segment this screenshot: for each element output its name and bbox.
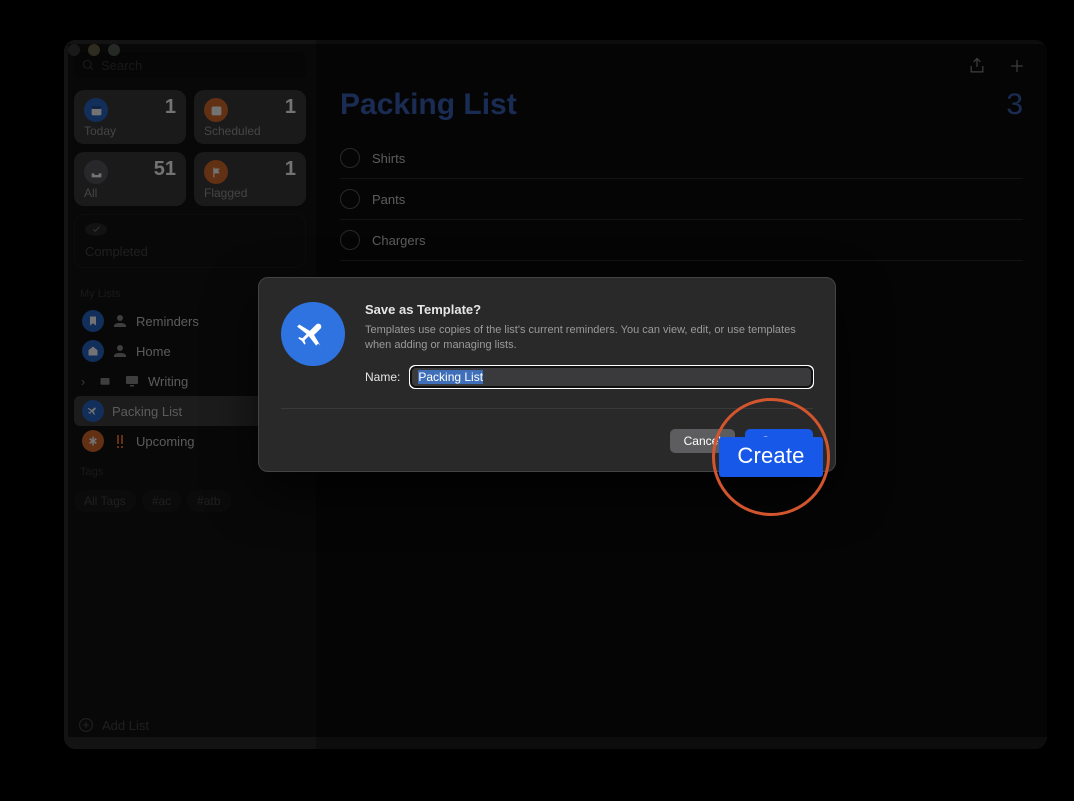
sidebar-item-label: Upcoming [136,434,195,449]
home-icon [82,340,104,362]
dialog-divider [281,408,813,409]
calendar-today-icon [84,98,108,122]
plus-circle-icon [78,717,94,733]
shared-icon [112,313,128,329]
save-template-dialog: Save as Template? Templates use copies o… [258,277,836,472]
create-button[interactable]: Create [745,429,813,453]
display-icon [124,373,140,389]
reminder-item[interactable]: Shirts [340,138,1023,179]
reminder-title: Pants [372,192,405,207]
cancel-button[interactable]: Cancel [670,429,735,453]
completion-circle-icon[interactable] [340,148,360,168]
checkmark-icon [85,223,107,236]
list-count: 3 [1006,88,1023,122]
name-label: Name: [365,370,400,384]
smart-lists: 1 Today 1 Scheduled 51 All [74,90,306,206]
smartlist-all-count: 51 [154,158,176,181]
asterisk-icon [82,430,104,452]
flag-icon [204,160,228,184]
folder-icon [94,370,116,392]
smartlist-today-count: 1 [165,96,176,119]
template-name-input[interactable] [410,366,813,388]
smartlist-completed[interactable]: Completed [74,214,306,268]
smartlist-flagged-count: 1 [285,158,296,181]
smartlist-all[interactable]: 51 All [74,152,186,206]
reminder-title: Chargers [372,233,425,248]
tag-ac[interactable]: #ac [142,490,181,512]
plus-icon[interactable] [1007,56,1027,76]
tag-row: All Tags #ac #atb [74,490,306,512]
search-input[interactable]: Search [74,52,306,78]
completion-circle-icon[interactable] [340,230,360,250]
tag-all[interactable]: All Tags [74,490,136,512]
smartlist-completed-label: Completed [85,244,148,259]
priority-icon [112,433,128,449]
tag-atb[interactable]: #atb [187,490,230,512]
add-list-label: Add List [102,718,149,733]
sidebar-item-label: Writing [148,374,188,389]
reminders-list: Shirts Pants Chargers [340,138,1023,261]
search-icon [82,59,95,72]
smartlist-today[interactable]: 1 Today [74,90,186,144]
reminder-item[interactable]: Chargers [340,220,1023,261]
reminder-item[interactable]: Pants [340,179,1023,220]
tray-icon [84,160,108,184]
list-title: Packing List [340,88,517,122]
reminder-title: Shirts [372,151,405,166]
smartlist-scheduled-count: 1 [285,96,296,119]
completion-circle-icon[interactable] [340,189,360,209]
sidebar-item-label: Packing List [112,404,182,419]
toolbar [967,56,1027,76]
bookmark-icon [82,310,104,332]
shared-icon [112,343,128,359]
search-placeholder: Search [101,58,142,73]
smartlist-all-label: All [84,186,97,200]
smartlist-scheduled-label: Scheduled [204,124,261,138]
smartlist-scheduled[interactable]: 1 Scheduled [194,90,306,144]
dialog-title: Save as Template? [365,302,813,317]
chevron-right-icon[interactable]: › [78,374,88,389]
smartlist-flagged-label: Flagged [204,186,247,200]
dialog-description: Templates use copies of the list's curre… [365,323,813,354]
sidebar-item-label: Home [136,344,171,359]
smartlist-today-label: Today [84,124,116,138]
sidebar-item-label: Reminders [136,314,199,329]
smartlist-flagged[interactable]: 1 Flagged [194,152,306,206]
calendar-icon [204,98,228,122]
share-icon[interactable] [967,56,987,76]
airplane-icon [281,302,345,366]
add-list-button[interactable]: Add List [74,711,306,739]
airplane-icon [82,400,104,422]
